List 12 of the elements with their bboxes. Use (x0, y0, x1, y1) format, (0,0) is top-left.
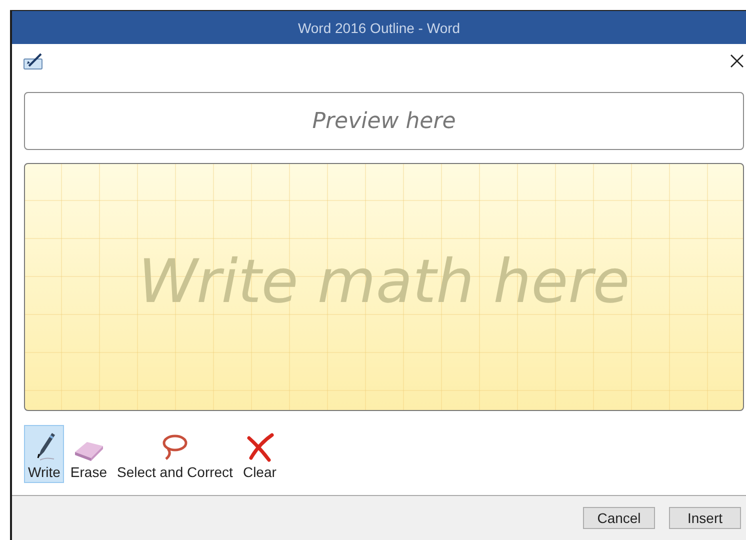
x-mark-icon (244, 432, 275, 462)
tool-button[interactable]: Write (24, 425, 64, 483)
dialog-button[interactable]: Cancel (583, 507, 655, 529)
writing-prompt: Write math here (138, 247, 630, 319)
close-button[interactable] (728, 52, 746, 70)
window-title: Word 2016 Outline - Word (298, 20, 460, 36)
tool-button[interactable]: Erase (66, 425, 111, 483)
preview-field[interactable]: Preview here (24, 92, 744, 150)
tool-button[interactable]: Clear (238, 425, 280, 483)
pen-tablet-icon (23, 52, 45, 70)
dialog-button[interactable]: Insert (669, 507, 741, 529)
tool-button[interactable]: Select and Correct (113, 425, 237, 483)
